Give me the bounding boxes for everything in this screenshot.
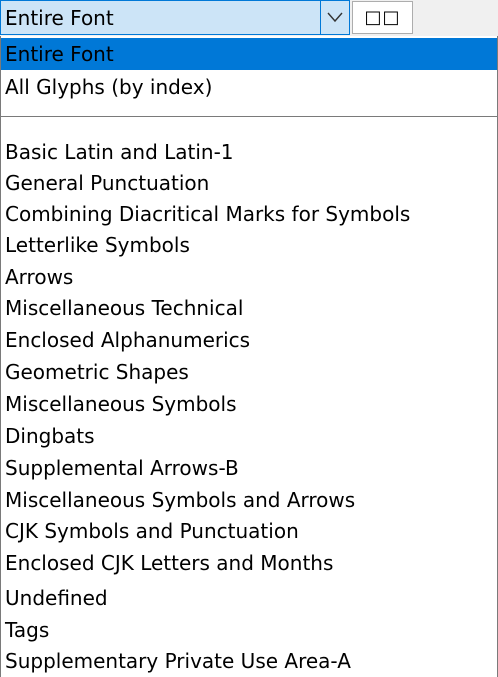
list-item[interactable]: Miscellaneous Symbols [1, 388, 497, 420]
list-item[interactable]: General Punctuation [1, 167, 497, 199]
glyph-preview-text: □□ [364, 7, 401, 28]
list-item[interactable]: Combining Diacritical Marks for Symbols [1, 198, 497, 230]
chevron-down-icon[interactable] [321, 1, 349, 34]
font-range-dropdown-list[interactable]: Entire Font All Glyphs (by index) Basic … [0, 36, 498, 677]
list-item[interactable]: Undefined [1, 582, 497, 614]
font-range-combobox[interactable]: Entire Font [0, 0, 350, 35]
list-item[interactable]: Tags [1, 614, 497, 646]
list-item-all-glyphs[interactable]: All Glyphs (by index) [1, 71, 497, 103]
list-item[interactable]: Basic Latin and Latin-1 [1, 136, 497, 168]
list-item[interactable]: Supplementary Private Use Area-A [1, 645, 497, 677]
list-item-entire-font[interactable]: Entire Font [1, 38, 497, 70]
list-separator [1, 116, 497, 117]
combobox-selected-value: Entire Font [5, 6, 114, 30]
list-item[interactable]: Dingbats [1, 420, 497, 452]
toolbar: Entire Font □□ [0, 0, 498, 36]
list-item[interactable]: Miscellaneous Technical [1, 292, 497, 324]
list-item[interactable]: Miscellaneous Symbols and Arrows [1, 484, 497, 516]
font-range-picker: Entire Font □□ Entire Font All Glyphs (b… [0, 0, 498, 677]
list-item[interactable]: Enclosed Alphanumerics [1, 324, 497, 356]
list-item[interactable]: Arrows [1, 261, 497, 293]
glyph-preview-button[interactable]: □□ [352, 1, 413, 34]
list-item[interactable]: Enclosed CJK Letters and Months [1, 547, 497, 579]
list-item[interactable]: Supplemental Arrows-B [1, 452, 497, 484]
list-item[interactable]: Geometric Shapes [1, 356, 497, 388]
list-item[interactable]: Letterlike Symbols [1, 229, 497, 261]
list-item[interactable]: CJK Symbols and Punctuation [1, 515, 497, 547]
